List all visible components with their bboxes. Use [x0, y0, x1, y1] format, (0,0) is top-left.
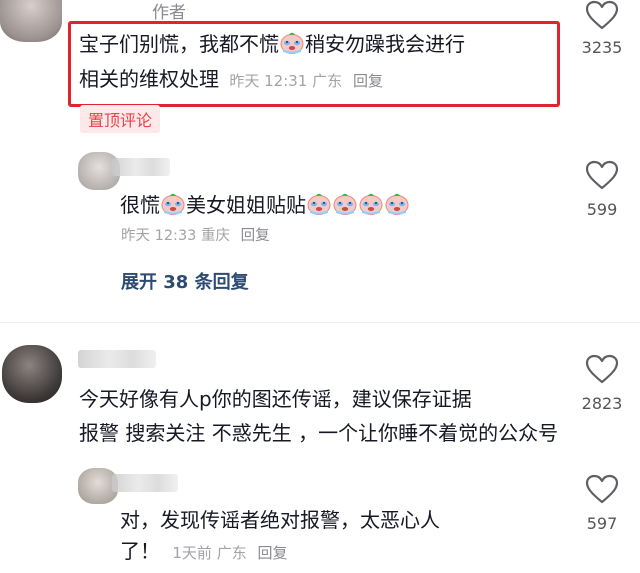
crying-emoji-icon: [333, 193, 357, 215]
crying-emoji-icon: [280, 32, 304, 54]
heart-icon[interactable]: [585, 160, 619, 190]
divider: [0, 322, 640, 323]
crying-emoji-icon: [359, 193, 383, 215]
comment-text: 很慌 美女姐姐贴贴: [120, 190, 410, 220]
avatar[interactable]: [2, 345, 62, 403]
comment-text-line2: 相关的维权处理 昨天 12:31 广东 回复: [79, 67, 383, 91]
comment-text-line1: 今天好像有人p你的图还传谣，建议保存证据: [79, 387, 472, 411]
comment-location: 重庆: [201, 228, 231, 244]
comment-text-line1: 对，发现传谣者绝对报警，太恶心人: [120, 508, 440, 532]
avatar[interactable]: [0, 0, 62, 42]
heart-icon[interactable]: [585, 0, 619, 30]
username-blurred: [112, 158, 170, 176]
reply-button[interactable]: 回复: [353, 72, 383, 90]
comment-text-line2: 了！ 1天前 广东 回复: [120, 539, 288, 563]
reply-button[interactable]: 回复: [241, 228, 270, 244]
heart-icon[interactable]: [585, 474, 619, 504]
comment-location: 广东: [216, 544, 247, 562]
author-badge: 作者: [152, 3, 186, 23]
reply-button[interactable]: 回复: [257, 544, 287, 562]
crying-emoji-icon: [385, 193, 409, 215]
comment-time: 昨天 12:31: [229, 72, 308, 90]
comment-meta: 昨天 12:33 重庆 回复: [121, 224, 270, 245]
heart-icon[interactable]: [585, 354, 619, 384]
comment-location: 广东: [312, 72, 343, 90]
pinned-badge: 置顶评论: [80, 105, 161, 133]
comment-text-line2: 报警 搜索关注 不惑先生 ，一个让你睡不着觉的公众号: [79, 421, 559, 445]
expand-replies-button[interactable]: 展开 38 条回复: [121, 268, 249, 294]
like-count: 2823: [581, 394, 623, 413]
like-count: 3235: [581, 38, 623, 57]
like-count: 597: [586, 514, 618, 533]
username-blurred: [78, 350, 156, 368]
like-count: 599: [586, 200, 618, 219]
comment-time: 昨天 12:33: [121, 228, 197, 244]
username-blurred: [112, 474, 178, 492]
crying-emoji-icon: [161, 193, 185, 215]
comment-time: 1天前: [172, 544, 212, 562]
crying-emoji-icon: [307, 193, 331, 215]
comment-text-line1: 宝子们别慌，我都不慌 稍安勿躁我会进行: [79, 32, 465, 56]
